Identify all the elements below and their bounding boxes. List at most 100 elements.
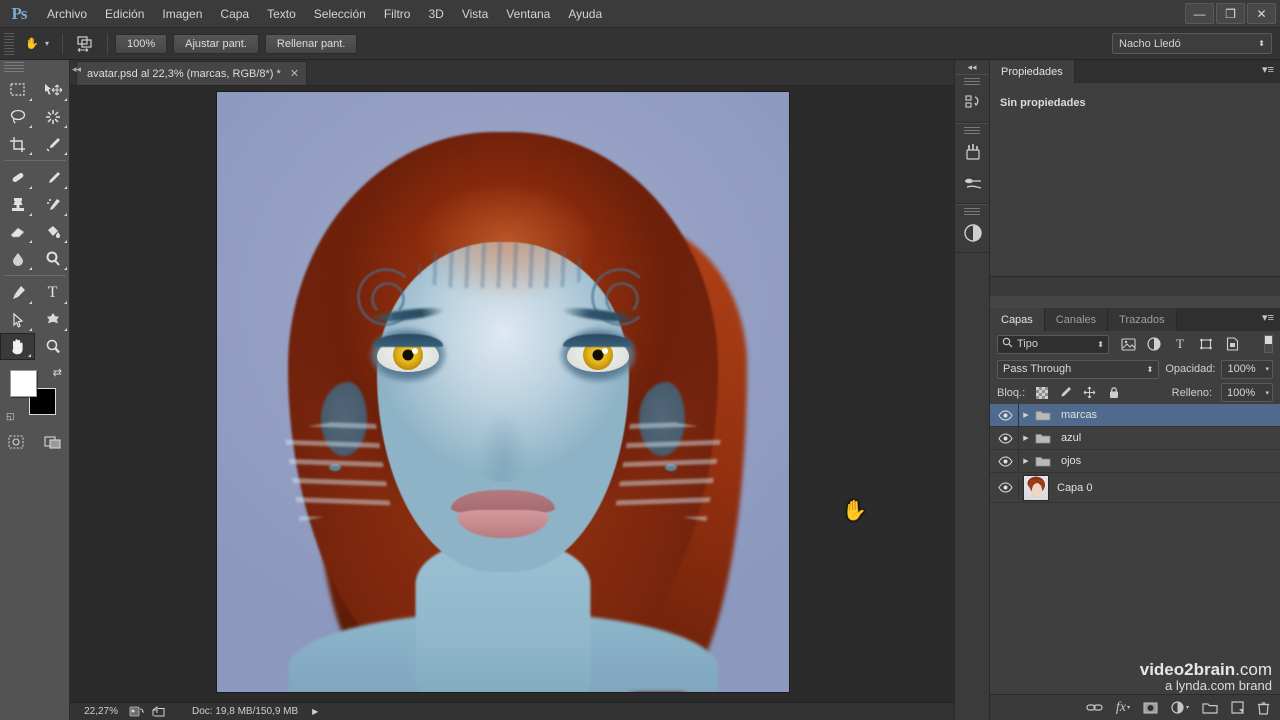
history-panel-icon[interactable] — [955, 87, 991, 119]
menu-vista[interactable]: Vista — [453, 0, 497, 28]
layer-visibility-toggle[interactable] — [992, 432, 1018, 444]
eraser-tool[interactable] — [0, 218, 35, 245]
add-layer-mask-icon[interactable] — [1143, 702, 1158, 714]
toolbox-grip[interactable] — [4, 62, 24, 74]
scroll-all-windows-icon[interactable] — [70, 32, 100, 56]
fill-chevron-down-icon[interactable]: ▾ — [1265, 389, 1269, 397]
fit-screen-button[interactable]: Ajustar pant. — [173, 33, 259, 54]
zoom-level-field[interactable]: 22,27% — [70, 706, 126, 717]
lock-position-icon[interactable] — [1082, 385, 1097, 400]
document-canvas[interactable] — [217, 92, 789, 692]
clone-stamp-tool[interactable] — [0, 191, 35, 218]
options-bar-grip[interactable] — [4, 32, 14, 55]
lock-image-pixels-icon[interactable] — [1058, 385, 1073, 400]
opacity-field[interactable]: 100% ▾ — [1221, 359, 1273, 379]
paint-bucket-tool[interactable] — [35, 218, 70, 245]
layer-visibility-toggle[interactable] — [992, 455, 1018, 467]
default-colors-icon[interactable]: ◱ — [6, 411, 15, 422]
spot-healing-brush-tool[interactable] — [0, 164, 35, 191]
document-tab[interactable]: avatar.psd al 22,3% (marcas, RGB/8*) * ✕ — [76, 61, 308, 85]
dock-grip-3[interactable] — [964, 208, 980, 216]
menu-3d[interactable]: 3D — [419, 0, 452, 28]
filter-shape-layers-icon[interactable] — [1198, 336, 1214, 352]
dock-grip-1[interactable] — [964, 78, 980, 86]
table-row[interactable]: ▶ marcas — [990, 404, 1280, 427]
status-menu-arrow-icon[interactable]: ▶ — [312, 707, 318, 716]
quick-mask-mode-icon[interactable] — [1, 428, 31, 455]
layer-name[interactable]: ojos — [1053, 455, 1081, 467]
canvas-area[interactable]: ✋ — [70, 86, 954, 702]
layer-filter-toggle[interactable] — [1264, 335, 1273, 353]
menu-filtro[interactable]: Filtro — [375, 0, 420, 28]
menu-capa[interactable]: Capa — [211, 0, 258, 28]
menu-texto[interactable]: Texto — [258, 0, 305, 28]
layer-name[interactable]: Capa 0 — [1049, 482, 1092, 494]
tab-capas[interactable]: Capas — [990, 308, 1045, 331]
group-disclosure-triangle-icon[interactable]: ▶ — [1019, 457, 1033, 465]
link-layers-icon[interactable] — [1086, 702, 1103, 713]
path-selection-tool[interactable] — [0, 306, 35, 333]
menu-imagen[interactable]: Imagen — [153, 0, 211, 28]
properties-panel-menu-icon[interactable]: ▾≡ — [1262, 65, 1274, 76]
tabstrip-collapse-icon[interactable]: ◂◂ — [72, 64, 81, 75]
lasso-tool[interactable] — [0, 103, 35, 130]
layer-visibility-toggle[interactable] — [992, 409, 1018, 421]
lock-all-icon[interactable] — [1106, 385, 1121, 400]
filter-pixel-layers-icon[interactable] — [1120, 336, 1136, 352]
hand-tool-icon[interactable]: ✋ — [19, 32, 45, 56]
menu-ayuda[interactable]: Ayuda — [559, 0, 611, 28]
rectangular-marquee-tool[interactable] — [0, 76, 35, 103]
screen-mode-icon[interactable] — [38, 428, 68, 455]
menu-seleccion[interactable]: Selección — [305, 0, 375, 28]
brush-presets-panel-icon[interactable] — [955, 168, 991, 200]
adjustments-panel-icon[interactable] — [955, 217, 991, 249]
layer-name[interactable]: marcas — [1053, 409, 1097, 421]
history-brush-tool[interactable] — [35, 191, 70, 218]
lock-transparent-pixels-icon[interactable] — [1034, 385, 1049, 400]
table-row[interactable]: ▶ azul — [990, 426, 1280, 450]
delete-layer-icon[interactable] — [1257, 701, 1270, 715]
brushes-panel-icon[interactable] — [955, 136, 991, 168]
new-group-icon[interactable] — [1202, 702, 1218, 714]
type-tool[interactable]: T — [35, 279, 70, 306]
filter-smart-objects-icon[interactable] — [1224, 336, 1240, 352]
group-disclosure-triangle-icon[interactable]: ▶ — [1019, 411, 1033, 419]
eyedropper-tool[interactable] — [35, 130, 70, 157]
group-disclosure-triangle-icon[interactable]: ▶ — [1019, 434, 1033, 442]
dodge-tool[interactable] — [35, 245, 70, 272]
fill-screen-button[interactable]: Rellenar pant. — [264, 33, 358, 54]
layer-list[interactable]: ▶ marcas ▶ azul ▶ ojos Capa 0 — [990, 404, 1280, 690]
blur-tool[interactable] — [0, 245, 35, 272]
opacity-chevron-down-icon[interactable]: ▾ — [1265, 365, 1269, 373]
dock-grip-2[interactable] — [964, 127, 980, 135]
layer-visibility-toggle[interactable] — [992, 482, 1018, 493]
zoom-100-button[interactable]: 100% — [115, 33, 168, 54]
restore-button[interactable]: ❐ — [1216, 3, 1245, 24]
fill-field[interactable]: 100% ▾ — [1221, 383, 1273, 402]
camera-raw-icon[interactable] — [126, 705, 148, 719]
close-icon[interactable]: ✕ — [290, 67, 299, 80]
table-row[interactable]: Capa 0 — [990, 473, 1280, 503]
filter-adjustment-layers-icon[interactable] — [1146, 336, 1162, 352]
swap-colors-icon[interactable]: ⇄ — [53, 366, 62, 379]
zoom-tool[interactable] — [35, 333, 70, 360]
menu-edicion[interactable]: Edición — [96, 0, 153, 28]
brush-tool[interactable] — [35, 164, 70, 191]
magic-wand-tool[interactable] — [35, 103, 70, 130]
tab-canales[interactable]: Canales — [1044, 308, 1109, 331]
menu-ventana[interactable]: Ventana — [497, 0, 559, 28]
foreground-color-swatch[interactable] — [10, 370, 37, 397]
new-layer-icon[interactable] — [1231, 701, 1244, 714]
hand-tool[interactable] — [0, 333, 35, 360]
custom-shape-tool[interactable] — [35, 306, 70, 333]
layers-panel-menu-icon[interactable]: ▾≡ — [1262, 313, 1274, 324]
workspace-selector[interactable]: Nacho Lledó ⬍ — [1112, 33, 1272, 54]
minimize-button[interactable]: — — [1185, 3, 1214, 24]
pen-tool[interactable] — [0, 279, 35, 306]
table-row[interactable]: ▶ ojos — [990, 449, 1280, 473]
move-tool[interactable] — [35, 76, 70, 103]
dock-collapse-icon[interactable]: ◂◂ — [955, 60, 989, 74]
tool-preset-chevron-down-icon[interactable]: ▾ — [45, 39, 49, 48]
layer-filter-type-select[interactable]: Tipo ⬍ — [997, 334, 1109, 354]
menu-archivo[interactable]: Archivo — [38, 0, 96, 28]
